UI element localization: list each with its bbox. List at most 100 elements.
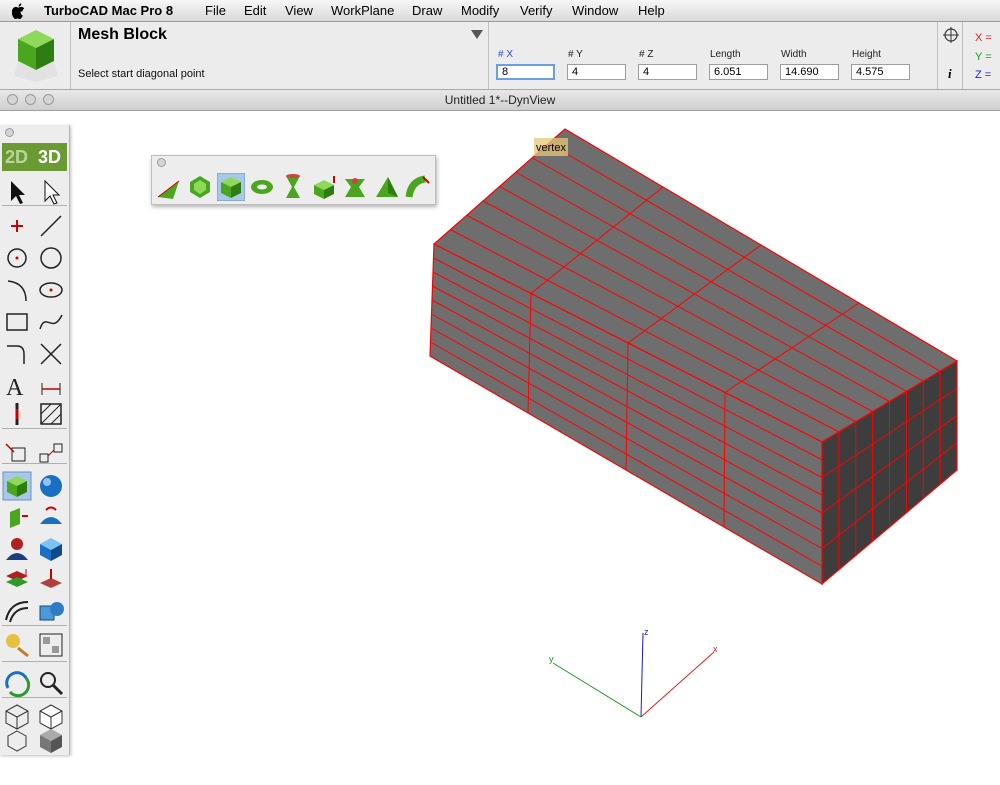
vertical-line-button[interactable] [2,399,32,429]
x-coord-label: X = [975,32,992,44]
palette-close-button[interactable] [157,158,166,167]
wedge-button[interactable] [310,173,338,201]
dimension-button[interactable] [36,369,66,399]
box-button[interactable] [216,172,246,202]
menu-modify[interactable]: Modify [461,0,499,21]
pipe-button[interactable] [403,173,431,201]
y-axis-label: y [549,654,554,664]
polyhedron-button[interactable] [186,173,214,201]
orbit-icon [5,671,31,698]
menu-draw[interactable]: Draw [412,0,442,21]
zoom-button[interactable] [36,668,66,698]
cube-blue-icon [40,538,62,561]
crosshair-icon[interactable] [943,27,959,43]
tab-2d[interactable]: 2D [5,147,28,168]
node-select-button[interactable] [36,177,66,207]
pyramid-button[interactable] [372,173,400,201]
menu-edit[interactable]: Edit [244,0,266,21]
wire-view-button[interactable] [2,725,32,755]
sweep-button[interactable] [341,173,369,201]
width-field[interactable]: 14.690 [780,64,839,80]
hourglass-button[interactable] [279,173,307,201]
line-button[interactable] [36,211,66,241]
app-menu[interactable]: TurboCAD Mac Pro 8 [44,0,173,21]
circle-center-icon [7,248,27,268]
mesh-block[interactable] [429,128,959,586]
field-label-z: # Z [639,49,654,60]
torus-button[interactable] [248,173,276,201]
solid-primitives-palette [151,155,436,205]
drawing-viewport[interactable] [0,111,1000,785]
blend-button[interactable] [2,596,32,626]
height-field[interactable]: 4.575 [851,64,910,80]
profile-button[interactable] [2,534,32,564]
divider [962,22,963,89]
sphere-3d-icon [40,475,62,497]
revolve-icon [40,506,62,524]
menu-window[interactable]: Window [572,0,618,21]
spline-button[interactable] [36,307,66,337]
boolean-button[interactable] [36,596,66,626]
vertical-line-icon [15,403,19,425]
separator [2,661,67,662]
polyhedron-icon [190,176,210,198]
z-count-field[interactable]: 4 [638,64,697,80]
sphere-3d-button[interactable] [36,471,66,501]
divider [937,22,938,89]
layers-button[interactable] [2,565,32,595]
move-copy-button[interactable] [2,438,32,468]
orbit-button[interactable] [2,668,32,698]
x-count-field[interactable]: 8 [496,64,555,80]
point-icon [11,220,23,232]
circle-center-button[interactable] [2,243,32,273]
palette-close-button[interactable] [5,128,14,137]
left-tool-palette: 2D 3D A [0,125,70,755]
array-button[interactable] [36,438,66,468]
extrude-button[interactable] [2,502,32,532]
shaded-button[interactable] [36,725,66,755]
menu-help[interactable]: Help [638,0,665,21]
text-button[interactable]: A [2,369,32,401]
revolve-button[interactable] [36,502,66,532]
fillet-button[interactable] [2,339,32,369]
point-button[interactable] [2,211,32,241]
menu-file[interactable]: File [205,0,226,21]
select-arrow-button[interactable] [2,177,32,207]
menu-view[interactable]: View [285,0,313,21]
wedge-icon [314,176,335,199]
apple-icon[interactable] [12,3,26,19]
torus-icon [251,180,273,194]
viewport-button[interactable] [36,630,66,660]
field-label-width: Width [781,49,807,60]
y-count-field[interactable]: 4 [567,64,626,80]
circle-button[interactable] [36,243,66,273]
ellipse-button[interactable] [36,275,66,305]
extrude-icon [10,508,28,528]
array-icon [39,443,63,463]
cube-blue-button[interactable] [36,534,66,564]
divider [70,22,71,89]
collapse-triangle-button[interactable] [471,30,483,39]
arc-button[interactable] [2,275,32,305]
tab-3d[interactable]: 3D [38,147,61,168]
divider [488,22,489,89]
info-icon[interactable]: i [948,66,952,82]
box-3d-button[interactable] [2,471,32,501]
menu-workplane[interactable]: WorkPlane [331,0,394,21]
cone-icon [157,180,180,199]
y-coord-label: Y = [975,51,992,63]
trim-button[interactable] [36,339,66,369]
z-axis-label: z [644,627,649,637]
render-button[interactable] [2,630,32,660]
mesh-block-tool-icon [12,26,60,84]
cone-button[interactable] [155,173,183,201]
length-field[interactable]: 6.051 [709,64,768,80]
hatch-button[interactable] [36,399,66,429]
rectangle-button[interactable] [2,307,32,337]
layers-icon [6,569,28,587]
z-coord-label: Z = [975,69,992,81]
profile-icon [6,538,28,560]
menu-verify[interactable]: Verify [520,0,553,21]
zoom-icon [40,672,64,696]
push-pull-button[interactable] [36,565,66,595]
